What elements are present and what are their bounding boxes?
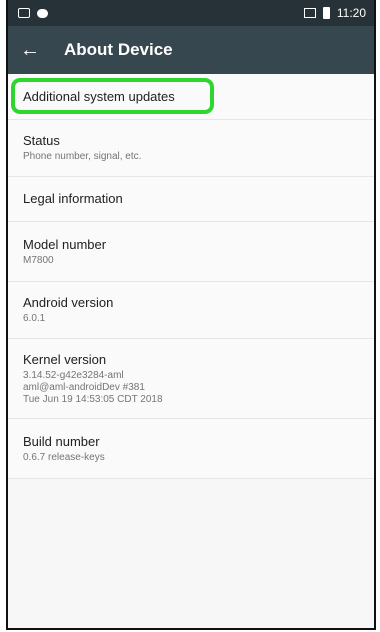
item-subtitle: M7800 <box>23 254 54 266</box>
settings-list: Additional system updates Status Phone n… <box>8 74 374 479</box>
list-item-build-number[interactable]: Build number 0.6.7 release-keys <box>8 419 374 479</box>
notification-icon <box>37 8 48 18</box>
item-subtitle: Phone number, signal, etc. <box>23 151 142 162</box>
status-bar: 11:20 <box>8 0 374 26</box>
battery-icon <box>322 7 330 19</box>
item-title: Android version <box>23 295 114 310</box>
item-subtitle-line: 3.14.52-g42e3284-aml <box>23 369 124 381</box>
page-title: About Device <box>64 40 173 59</box>
device-frame: 11:20 ← About Device Additional system u… <box>6 0 376 630</box>
status-time: 11:20 <box>336 6 366 20</box>
item-subtitle-line: Tue Jun 19 14:53:05 CDT 2018 <box>23 393 163 405</box>
list-item-android-version[interactable]: Android version 6.0.1 <box>8 282 374 339</box>
list-item-legal-information[interactable]: Legal information <box>8 177 374 222</box>
list-item-additional-system-updates[interactable]: Additional system updates <box>8 74 374 120</box>
item-title: Additional system updates <box>23 88 175 104</box>
item-subtitle: 0.6.7 release-keys <box>23 451 105 463</box>
list-item-model-number[interactable]: Model number M7800 <box>8 222 374 282</box>
list-item-kernel-version[interactable]: Kernel version 3.14.52-g42e3284-aml aml@… <box>8 339 374 419</box>
item-title: Status <box>23 133 60 148</box>
item-title: Kernel version <box>23 351 107 367</box>
item-subtitle-line: aml@aml-androidDev #381 <box>23 381 145 393</box>
app-bar: ← About Device <box>8 26 374 74</box>
item-title: Build number <box>23 433 100 449</box>
cast-icon <box>303 8 316 18</box>
screenshot-icon <box>18 8 30 18</box>
back-arrow-icon[interactable]: ← <box>8 26 52 74</box>
item-title: Legal information <box>23 191 123 206</box>
list-item-status[interactable]: Status Phone number, signal, etc. <box>8 120 374 177</box>
item-title: Model number <box>23 236 107 252</box>
item-subtitle: 6.0.1 <box>23 313 46 324</box>
